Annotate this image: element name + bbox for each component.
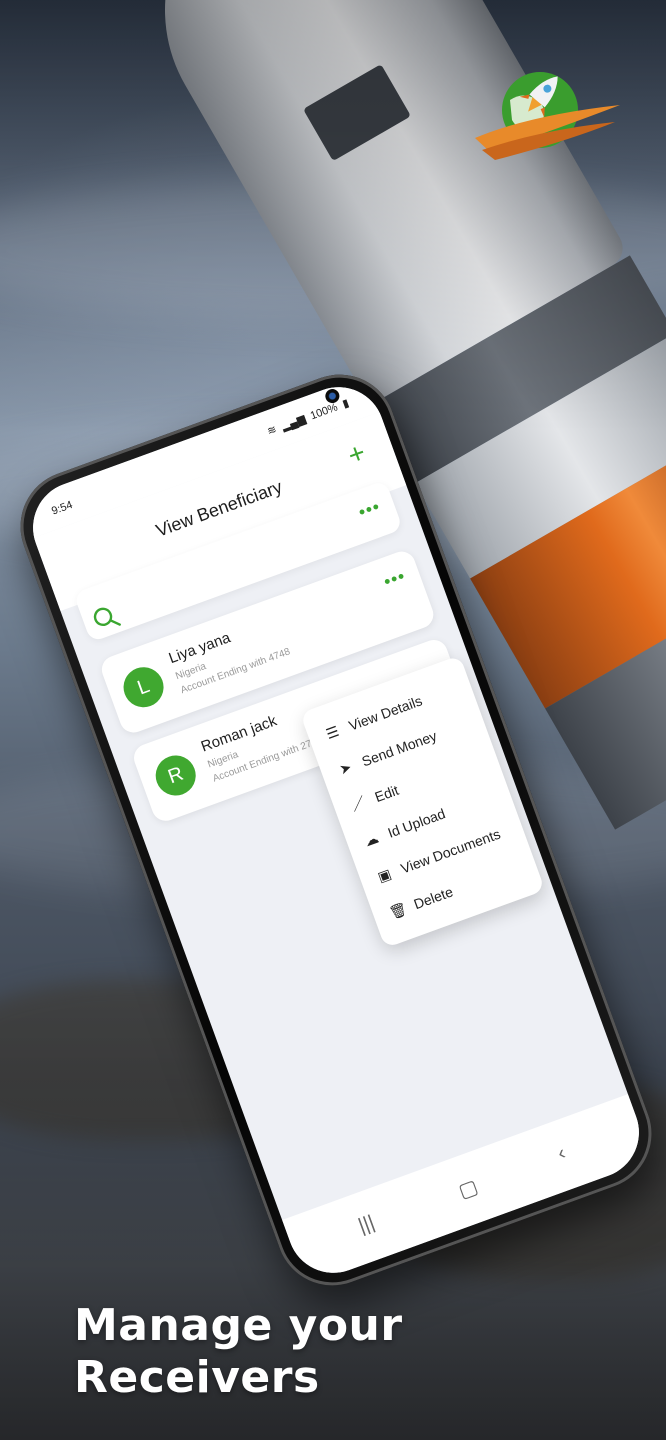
cloud-upload-icon: ☁ (362, 829, 381, 850)
recent-apps-icon[interactable]: ||| (355, 1211, 378, 1238)
more-options-icon[interactable]: ••• (381, 566, 409, 593)
menu-item-edit[interactable]: ／ Edit (346, 777, 402, 819)
avatar: L (117, 661, 170, 713)
menu-item-delete[interactable]: 🗑 Delete (385, 879, 456, 926)
avatar: R (150, 749, 202, 802)
caption-line-2: Receivers (74, 1352, 320, 1403)
signal-icon: ▂▄▆ (279, 413, 308, 433)
trash-icon: 🗑 (387, 900, 410, 922)
promo-caption: Manage your Receivers (74, 1300, 403, 1404)
caption-line-1: Manage your (74, 1300, 403, 1351)
home-icon[interactable]: ▢ (455, 1174, 481, 1204)
edit-icon: ／ (349, 793, 368, 814)
battery-label: 100% (308, 400, 340, 422)
image-icon: ▣ (375, 865, 394, 885)
list-icon: ☰ (323, 722, 342, 743)
beneficiary-name: Roman jack (198, 712, 280, 756)
back-icon[interactable]: ‹ (555, 1142, 569, 1166)
wifi-icon: ≋ (265, 423, 279, 439)
status-time: 9:54 (50, 498, 75, 518)
send-icon: ➤ (337, 758, 354, 778)
battery-icon: ▮ (340, 397, 351, 411)
brand-logo (475, 72, 620, 160)
more-options-icon[interactable]: ••• (356, 496, 384, 523)
